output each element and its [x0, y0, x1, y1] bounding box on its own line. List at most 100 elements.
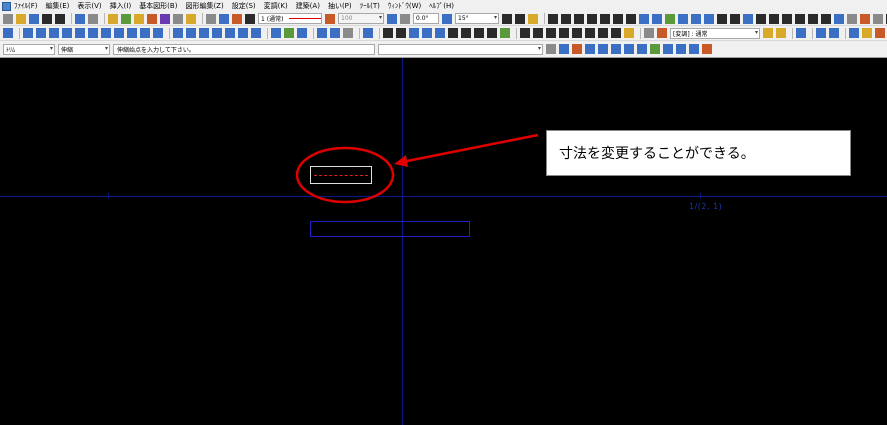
menu-architecture[interactable]: 建築(A) — [296, 0, 320, 12]
dimension-radius-icon[interactable] — [461, 28, 471, 38]
menu-edit[interactable]: 編集(E) — [46, 0, 70, 12]
extend-icon[interactable] — [743, 13, 753, 24]
dimension-aligned-icon[interactable] — [435, 28, 445, 38]
3d-icon[interactable] — [849, 28, 859, 38]
render-icon[interactable] — [862, 28, 872, 38]
dimension-icon[interactable] — [652, 13, 662, 24]
bulb-icon[interactable] — [624, 28, 634, 38]
table-icon[interactable] — [704, 13, 714, 24]
weight-select[interactable]: 100 ▾ — [338, 13, 384, 24]
delete-icon[interactable] — [860, 13, 870, 24]
menu-tools[interactable]: ﾂｰﾙ(T) — [360, 0, 380, 12]
select-polygon-icon[interactable] — [114, 28, 124, 38]
text-icon[interactable] — [639, 13, 649, 24]
snap-nearest-icon[interactable] — [650, 44, 660, 54]
dimension-continue-icon[interactable] — [500, 28, 510, 38]
submode-select[interactable]: 伸縮 ▾ — [58, 43, 110, 55]
spline-icon[interactable] — [613, 13, 623, 24]
scale-icon[interactable] — [834, 13, 844, 24]
bracket-frame-icon[interactable] — [611, 28, 621, 38]
menu-help[interactable]: ﾍﾙﾌﾟ(H) — [429, 0, 454, 12]
point-icon[interactable] — [528, 13, 538, 24]
snap-angle-select[interactable]: 15° ▾ — [455, 13, 499, 24]
arc-circle-icon[interactable] — [587, 13, 597, 24]
parallel-icon[interactable] — [383, 28, 393, 38]
brush-icon[interactable] — [147, 13, 157, 24]
hatch-icon[interactable] — [626, 13, 636, 24]
bracket-box-icon[interactable] — [585, 28, 595, 38]
menu-window[interactable]: ｳｨﾝﾄﾞｳ(W) — [388, 0, 421, 12]
window-icon[interactable] — [206, 13, 216, 24]
drawing-canvas[interactable]: 1/(2, 1) — [0, 58, 887, 425]
align-icon[interactable] — [173, 28, 183, 38]
menu-settings[interactable]: 設定(S) — [232, 0, 256, 12]
layer-icon[interactable] — [108, 13, 118, 24]
dimension-diameter-icon[interactable] — [474, 28, 484, 38]
chamfer-icon[interactable] — [225, 28, 235, 38]
break-icon[interactable] — [756, 13, 766, 24]
light-icon[interactable] — [763, 28, 773, 38]
offset-icon[interactable] — [717, 13, 727, 24]
link-icon[interactable] — [816, 28, 826, 38]
fillet-icon[interactable] — [212, 28, 222, 38]
divide-icon[interactable] — [238, 28, 248, 38]
line-type-select[interactable]: 1 (通常) — [258, 13, 322, 24]
menu-file[interactable]: ﾌｧｲﾙ(F) — [14, 0, 38, 12]
snap-insert-icon[interactable] — [689, 44, 699, 54]
select-similar-icon[interactable] — [127, 28, 137, 38]
menu-modulation[interactable]: 変調(K) — [264, 0, 288, 12]
select-add-icon[interactable] — [36, 28, 46, 38]
open-folder-icon[interactable] — [16, 13, 26, 24]
join-icon[interactable] — [769, 13, 779, 24]
pan-icon[interactable] — [343, 28, 353, 38]
select-icon[interactable] — [23, 28, 33, 38]
book-icon[interactable] — [796, 28, 806, 38]
select-layer-icon[interactable] — [140, 28, 150, 38]
target-icon[interactable] — [317, 28, 327, 38]
menu-extract[interactable]: 抽い(P) — [328, 0, 352, 12]
image-icon[interactable] — [173, 13, 183, 24]
mode-select[interactable]: ﾄﾘﾑ ▾ — [3, 43, 55, 55]
print-icon[interactable] — [55, 13, 65, 24]
new-file-icon[interactable] — [3, 13, 13, 24]
grid-icon[interactable] — [245, 13, 255, 24]
command-input[interactable]: ▾ — [378, 43, 543, 55]
measure-icon[interactable] — [134, 13, 144, 24]
column-icon[interactable] — [284, 28, 294, 38]
circle-icon[interactable] — [574, 13, 584, 24]
trim-icon[interactable] — [730, 13, 740, 24]
pointer-icon[interactable] — [219, 13, 229, 24]
door-icon[interactable] — [297, 28, 307, 38]
select-all-icon[interactable] — [62, 28, 72, 38]
dimension-angular-icon[interactable] — [448, 28, 458, 38]
bracket-top-icon[interactable] — [533, 28, 543, 38]
leader-icon[interactable] — [665, 13, 675, 24]
network-icon[interactable] — [829, 28, 839, 38]
sun-icon[interactable] — [776, 28, 786, 38]
bracket-bottom-icon[interactable] — [546, 28, 556, 38]
print-preview-icon[interactable] — [42, 13, 52, 24]
bracket-icon[interactable] — [520, 28, 530, 38]
snap-settings-icon[interactable] — [702, 44, 712, 54]
save-icon[interactable] — [29, 13, 39, 24]
select-remove-icon[interactable] — [49, 28, 59, 38]
selected-rectangle[interactable] — [310, 166, 372, 184]
copy-icon[interactable] — [795, 13, 805, 24]
menu-shape-edit[interactable]: 図形編集(Z) — [185, 0, 223, 12]
array-icon[interactable] — [847, 13, 857, 24]
line-icon[interactable] — [548, 13, 558, 24]
curve-icon[interactable] — [515, 13, 525, 24]
block-icon[interactable] — [691, 13, 701, 24]
redo-icon[interactable] — [88, 13, 98, 24]
select-type-icon[interactable] — [153, 28, 163, 38]
layer-color-icon[interactable] — [657, 28, 667, 38]
menu-view[interactable]: 表示(V) — [77, 0, 101, 12]
wall-icon[interactable] — [271, 28, 281, 38]
symbol-icon[interactable] — [678, 13, 688, 24]
snap-center-icon[interactable] — [598, 44, 608, 54]
blue-rectangle[interactable] — [310, 221, 470, 237]
stretch-icon[interactable] — [199, 28, 209, 38]
attribute-icon[interactable] — [160, 13, 170, 24]
frame-icon[interactable] — [186, 13, 196, 24]
mirror-icon[interactable] — [821, 13, 831, 24]
